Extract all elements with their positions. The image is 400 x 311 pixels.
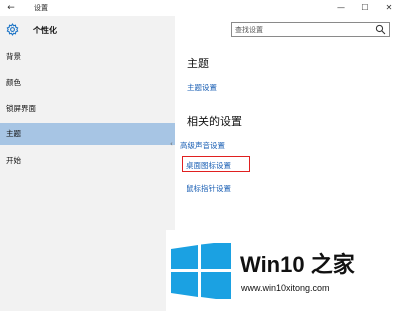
watermark-url: www.win10xitong.com	[241, 283, 330, 293]
desktop-icon-settings-link[interactable]: 桌面图标设置	[186, 160, 231, 171]
related-settings-heading: 相关的设置	[187, 115, 242, 128]
gear-icon	[6, 23, 19, 36]
minimize-button[interactable]: —	[329, 0, 353, 16]
settings-window: ← 设置 — ☐ ✕ 个性化 背景 颜色 锁屏界面 主题 开始 主题 主题设置 …	[0, 0, 400, 311]
search-input[interactable]	[235, 24, 365, 35]
close-button[interactable]: ✕	[377, 0, 400, 16]
mouse-pointer-settings-link[interactable]: 鼠标指针设置	[186, 183, 231, 194]
themes-heading: 主题	[187, 57, 209, 70]
search-box[interactable]	[231, 22, 390, 37]
theme-settings-link[interactable]: 主题设置	[187, 82, 217, 93]
sidebar-title: 个性化	[33, 26, 57, 35]
maximize-button[interactable]: ☐	[353, 0, 377, 16]
search-icon[interactable]	[375, 24, 386, 35]
window-title: 设置	[34, 4, 48, 12]
advanced-sound-settings-link[interactable]: 高级声音设置	[180, 140, 225, 151]
sidebar-item-start[interactable]: 开始	[0, 150, 175, 172]
sidebar-item-background[interactable]: 背景	[0, 46, 175, 68]
sidebar-item-lock-screen[interactable]: 锁屏界面	[0, 98, 175, 120]
windows-logo-icon	[171, 243, 231, 299]
chevron-left-icon: ‹	[170, 140, 173, 148]
back-button[interactable]: ←	[4, 1, 18, 15]
sidebar-item-colors[interactable]: 颜色	[0, 72, 175, 94]
title-bar: ← 设置 — ☐ ✕	[0, 0, 400, 16]
watermark-title: Win10 之家	[240, 252, 355, 277]
sidebar-item-themes[interactable]: 主题	[0, 123, 175, 145]
